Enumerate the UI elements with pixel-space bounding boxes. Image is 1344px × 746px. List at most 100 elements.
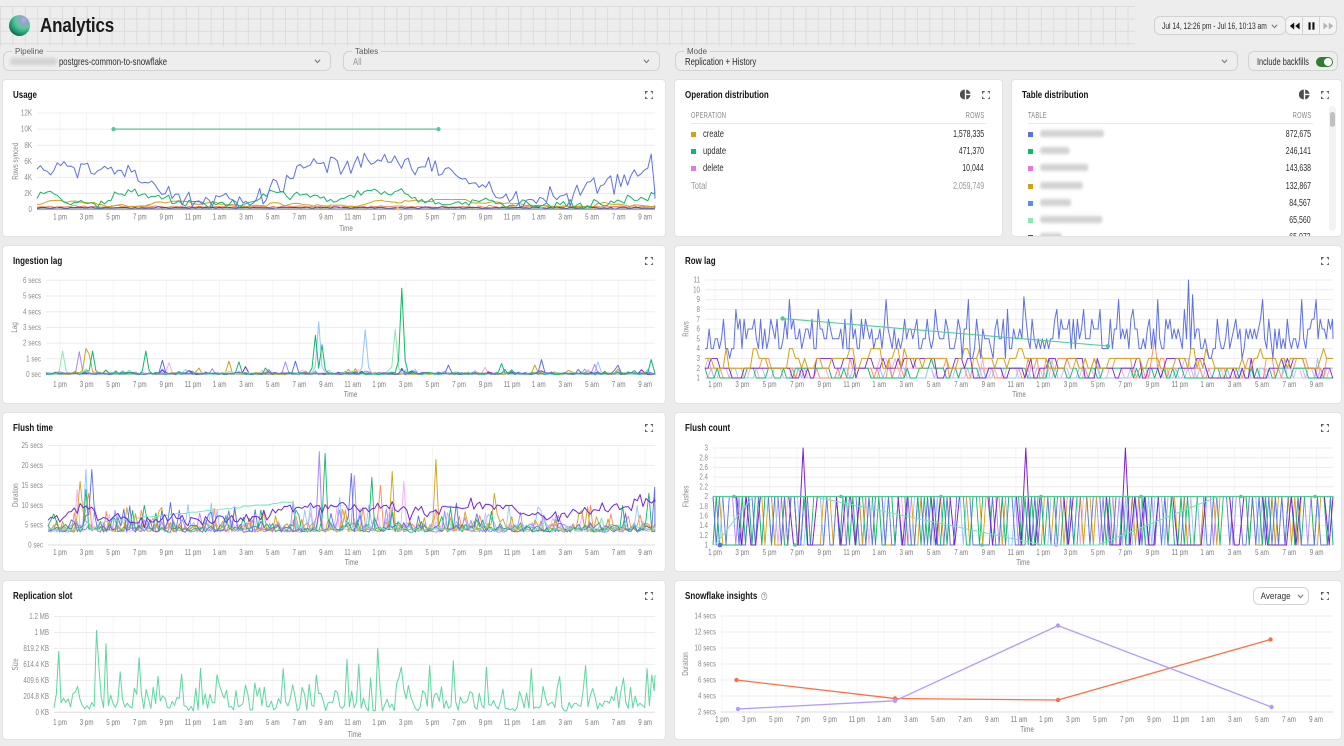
svg-text:2K: 2K	[24, 188, 32, 198]
svg-text:7 am: 7 am	[1282, 714, 1296, 724]
svg-text:7: 7	[697, 314, 700, 324]
svg-text:0 sec: 0 sec	[28, 540, 43, 550]
svg-text:1 am: 1 am	[213, 212, 227, 222]
svg-text:3 pm: 3 pm	[399, 547, 413, 557]
svg-text:1 am: 1 am	[1200, 547, 1214, 557]
svg-text:7 pm: 7 pm	[133, 379, 147, 389]
svg-text:9 am: 9 am	[638, 379, 652, 389]
svg-text:1 pm: 1 pm	[372, 379, 386, 389]
svg-text:11 pm: 11 pm	[185, 379, 202, 389]
svg-text:5 am: 5 am	[266, 717, 280, 727]
svg-text:7 am: 7 am	[292, 212, 306, 222]
svg-text:9 pm: 9 pm	[817, 379, 831, 389]
svg-text:12K: 12K	[21, 108, 32, 118]
svg-text:7 am: 7 am	[612, 212, 626, 222]
svg-text:Flushes: Flushes	[682, 485, 691, 507]
svg-text:Time: Time	[345, 557, 359, 567]
svg-text:2: 2	[705, 491, 708, 501]
svg-text:3 pm: 3 pm	[80, 547, 94, 557]
svg-text:3 pm: 3 pm	[399, 212, 413, 222]
svg-text:Time: Time	[1020, 724, 1034, 734]
svg-text:1.2: 1.2	[699, 530, 708, 540]
svg-text:5 am: 5 am	[585, 547, 599, 557]
svg-text:1 am: 1 am	[532, 212, 546, 222]
svg-text:1 am: 1 am	[1201, 714, 1215, 724]
svg-text:3 am: 3 am	[239, 717, 253, 727]
svg-text:7 pm: 7 pm	[452, 379, 466, 389]
svg-text:11 am: 11 am	[1007, 379, 1024, 389]
svg-text:11 pm: 11 pm	[504, 212, 521, 222]
svg-text:1.4: 1.4	[699, 520, 708, 530]
svg-text:7 pm: 7 pm	[452, 212, 466, 222]
svg-text:7 pm: 7 pm	[790, 379, 804, 389]
svg-text:7 am: 7 am	[612, 379, 626, 389]
svg-text:2 secs: 2 secs	[23, 338, 41, 348]
svg-text:2: 2	[697, 363, 700, 373]
svg-text:1 pm: 1 pm	[372, 547, 386, 557]
svg-text:1 pm: 1 pm	[372, 212, 386, 222]
svg-text:5 am: 5 am	[266, 379, 280, 389]
svg-text:11 am: 11 am	[344, 547, 361, 557]
svg-text:1 MB: 1 MB	[34, 627, 49, 637]
svg-text:Time: Time	[1012, 389, 1026, 399]
svg-text:5 pm: 5 pm	[1091, 547, 1105, 557]
svg-text:3 pm: 3 pm	[1064, 379, 1078, 389]
svg-text:3 secs: 3 secs	[23, 322, 41, 332]
svg-text:2.6: 2.6	[699, 462, 708, 472]
svg-text:2.4: 2.4	[699, 472, 708, 482]
svg-text:5 pm: 5 pm	[106, 379, 120, 389]
svg-text:8: 8	[697, 304, 700, 314]
svg-text:7 am: 7 am	[954, 547, 968, 557]
svg-text:5 pm: 5 pm	[769, 714, 783, 724]
svg-text:Time: Time	[339, 223, 353, 233]
svg-text:3 am: 3 am	[239, 379, 253, 389]
svg-text:11 pm: 11 pm	[1172, 379, 1189, 389]
svg-text:3 pm: 3 pm	[1066, 714, 1080, 724]
svg-text:Lag: Lag	[10, 322, 19, 332]
svg-text:5 pm: 5 pm	[1093, 714, 1107, 724]
svg-text:11 pm: 11 pm	[504, 547, 521, 557]
svg-text:9 am: 9 am	[982, 379, 996, 389]
svg-text:7 pm: 7 pm	[796, 714, 810, 724]
svg-text:3 am: 3 am	[558, 547, 572, 557]
svg-text:1: 1	[697, 373, 700, 383]
svg-text:4 secs: 4 secs	[23, 306, 41, 316]
svg-text:9 pm: 9 pm	[479, 212, 493, 222]
svg-text:9 am: 9 am	[638, 212, 652, 222]
svg-text:9 am: 9 am	[1309, 714, 1323, 724]
svg-text:9 am: 9 am	[982, 547, 996, 557]
svg-text:5 secs: 5 secs	[23, 291, 41, 301]
svg-text:1 pm: 1 pm	[53, 717, 67, 727]
svg-text:9 pm: 9 pm	[817, 547, 831, 557]
svg-text:11 pm: 11 pm	[1173, 714, 1190, 724]
svg-text:6 secs: 6 secs	[698, 675, 716, 685]
svg-text:11 pm: 11 pm	[185, 547, 202, 557]
svg-text:7 pm: 7 pm	[133, 547, 147, 557]
svg-text:3 pm: 3 pm	[1064, 547, 1078, 557]
svg-text:3 am: 3 am	[899, 379, 913, 389]
svg-text:5 am: 5 am	[1255, 714, 1269, 724]
svg-text:5 am: 5 am	[1255, 547, 1269, 557]
svg-text:11 pm: 11 pm	[1172, 547, 1189, 557]
svg-text:11 am: 11 am	[1011, 714, 1028, 724]
svg-text:10 secs: 10 secs	[695, 643, 717, 653]
svg-text:1 pm: 1 pm	[708, 379, 722, 389]
svg-text:14 secs: 14 secs	[695, 611, 717, 621]
svg-text:9: 9	[697, 294, 700, 304]
svg-text:11 am: 11 am	[344, 717, 361, 727]
svg-text:Time: Time	[348, 729, 362, 739]
svg-text:7 pm: 7 pm	[133, 212, 147, 222]
svg-text:11 am: 11 am	[344, 212, 361, 222]
svg-text:5 pm: 5 pm	[425, 379, 439, 389]
svg-text:9 am: 9 am	[319, 547, 333, 557]
svg-text:9 pm: 9 pm	[823, 714, 837, 724]
svg-text:5 pm: 5 pm	[425, 547, 439, 557]
svg-text:1.8: 1.8	[699, 501, 708, 511]
svg-text:5: 5	[697, 333, 700, 343]
svg-text:11 pm: 11 pm	[843, 547, 860, 557]
svg-text:1 pm: 1 pm	[53, 379, 67, 389]
svg-text:11 pm: 11 pm	[849, 714, 866, 724]
svg-text:Rows synced: Rows synced	[11, 143, 20, 180]
svg-text:10: 10	[693, 284, 700, 294]
svg-text:6K: 6K	[24, 156, 32, 166]
